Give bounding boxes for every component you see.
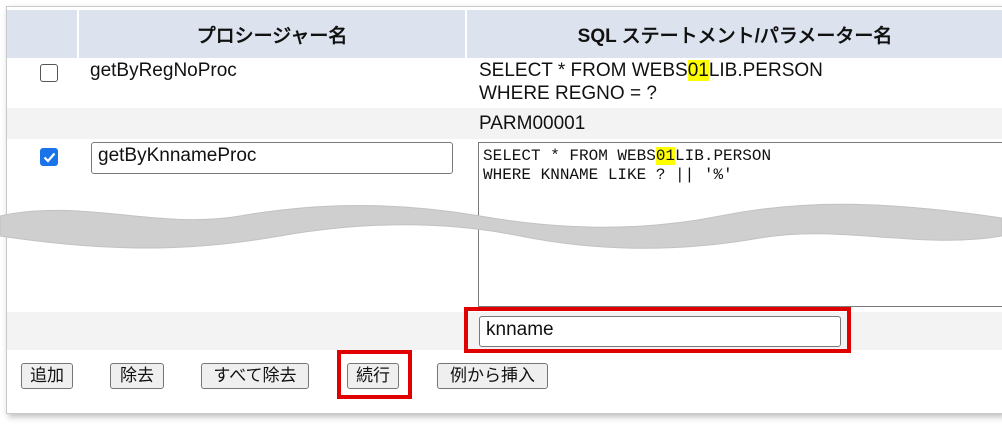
torn-break-divider (0, 203, 1002, 249)
row1-sql-highlight: 01 (687, 60, 709, 81)
remove-button[interactable]: 除去 (110, 363, 164, 389)
remove-all-button[interactable]: すべて除去 (201, 363, 309, 389)
checkmark-icon (43, 152, 55, 163)
insert-example-button[interactable]: 例から挿入 (437, 363, 548, 389)
row1-procedure-name: getByRegNoProc (90, 60, 237, 81)
continue-highlight-box (337, 350, 412, 399)
row1-sql-pre: SELECT * FROM WEBS (479, 60, 688, 81)
row1-checkbox[interactable] (40, 64, 58, 82)
row2-checkbox[interactable] (40, 148, 58, 166)
add-button[interactable]: 追加 (21, 363, 73, 389)
header-checkbox-column (7, 10, 77, 58)
row2-sql-pre: SELECT * FROM WEBS (483, 147, 656, 165)
row2-sql-highlight: 01 (655, 147, 676, 165)
row2-sql-line2: WHERE KNNAME LIKE ? || '%' (483, 166, 733, 184)
parameter-highlight-box (464, 307, 851, 353)
row1-sql-line1: SELECT * FROM WEBS01LIB.PERSON (479, 59, 823, 82)
header-sql-statement: SQL ステートメント/パラメーター名 (467, 10, 1002, 58)
row1-sql-post: LIB.PERSON (708, 60, 823, 81)
row1-sql-line2: WHERE REGNO = ? (479, 83, 657, 104)
header-procedure-name: プロシージャー名 (79, 10, 465, 58)
row1-parameter: PARM00001 (479, 113, 586, 134)
procedure-name-input[interactable]: getByKnnameProc (91, 142, 453, 174)
row2-sql-post: LIB.PERSON (675, 147, 772, 165)
